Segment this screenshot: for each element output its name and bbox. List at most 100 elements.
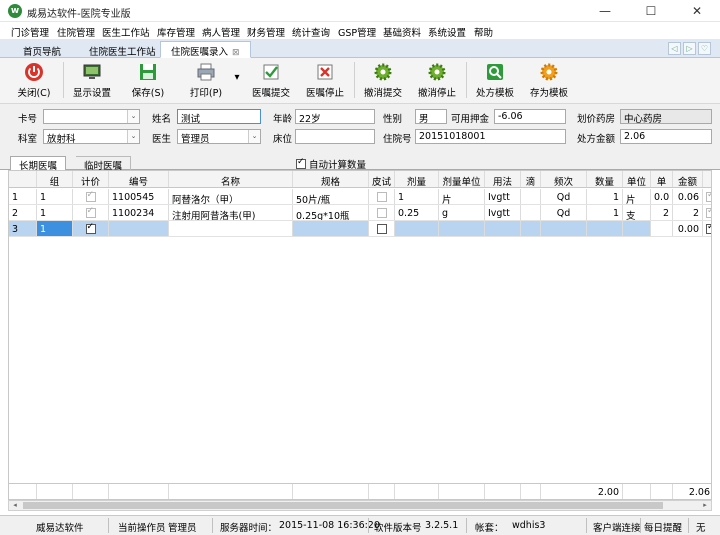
billing-checkbox[interactable] bbox=[85, 222, 96, 234]
pharmacy-field[interactable]: 中心药房 bbox=[620, 109, 712, 124]
save-icon bbox=[140, 64, 156, 80]
grid-header: 组 计价 编号 名称 规格 皮试 剂量 剂量单位 用法 滴 频次 数量 单位 单… bbox=[9, 171, 711, 188]
tab-scroll-right-icon[interactable]: ▷ bbox=[683, 42, 696, 55]
maximize-button[interactable]: ☐ bbox=[628, 0, 674, 22]
col-header-frequency[interactable]: 频次 bbox=[541, 171, 587, 187]
horizontal-scrollbar[interactable]: ◂ ▸ bbox=[8, 500, 712, 511]
col-header-skin-test[interactable]: 皮试 bbox=[369, 171, 395, 187]
bed-label: 床位 bbox=[273, 134, 293, 145]
save-as-template-button[interactable]: 存为模板 bbox=[526, 62, 572, 102]
col-header-price[interactable]: 单 bbox=[651, 171, 673, 187]
status-account-label: 帐套： bbox=[475, 523, 504, 534]
tab-home-nav[interactable]: 首页导航 bbox=[12, 41, 72, 58]
chevron-down-icon[interactable]: ⌄ bbox=[248, 130, 260, 143]
menu-inventory[interactable]: 库存管理 bbox=[157, 25, 195, 39]
tab-long-term-orders[interactable]: 长期医嘱 bbox=[10, 156, 67, 172]
col-header-name[interactable]: 名称 bbox=[169, 171, 293, 187]
tab-inpatient-order-entry[interactable]: 住院医嘱录入 ⊠ bbox=[160, 41, 251, 58]
scroll-left-icon[interactable]: ◂ bbox=[9, 501, 21, 510]
close-window-button[interactable]: ✕ bbox=[674, 0, 720, 22]
menu-settings[interactable]: 系统设置 bbox=[428, 25, 466, 39]
name-field[interactable]: 测试 bbox=[177, 109, 261, 124]
tab-favorite-icon[interactable]: ♡ bbox=[698, 42, 711, 55]
skin-test-checkbox[interactable] bbox=[376, 192, 387, 202]
col-header-group[interactable]: 组 bbox=[37, 171, 73, 187]
search-icon bbox=[487, 64, 503, 80]
menu-statistics[interactable]: 统计查询 bbox=[292, 25, 330, 39]
gender-field[interactable]: 男 bbox=[415, 109, 447, 124]
tab-scroll-left-icon[interactable]: ◁ bbox=[668, 42, 681, 55]
menu-gsp[interactable]: GSP管理 bbox=[338, 25, 376, 39]
display-settings-button[interactable]: 显示设置 bbox=[68, 62, 116, 102]
col-header-unit[interactable]: 单位 bbox=[623, 171, 651, 187]
printer-icon bbox=[197, 63, 215, 81]
patient-info-form: 卡号 ⌄ 姓名 测试 年龄 22岁 性别 男 可用押金 -6.06 划价药房 中… bbox=[0, 104, 720, 154]
status-operator: 管理员 bbox=[168, 523, 197, 534]
print-button[interactable]: 打印(P) bbox=[184, 62, 228, 102]
sum-amount: 2.06 bbox=[688, 487, 710, 498]
age-field[interactable]: 22岁 bbox=[295, 109, 375, 124]
bed-field[interactable] bbox=[295, 129, 375, 144]
card-no-field[interactable]: ⌄ bbox=[43, 109, 140, 124]
billing-checkbox[interactable] bbox=[85, 190, 96, 202]
col-header-dose[interactable]: 剂量 bbox=[395, 171, 439, 187]
minimize-button[interactable]: — bbox=[582, 0, 628, 22]
auto-calc-toggle[interactable]: 自动计算数量 bbox=[296, 157, 366, 171]
inpatient-no-field[interactable]: 20151018001 bbox=[415, 129, 566, 144]
col-header-extra bbox=[703, 171, 711, 187]
tab-inpatient-doctor-station[interactable]: 住院医生工作站 bbox=[78, 41, 167, 58]
chevron-down-icon[interactable]: ⌄ bbox=[127, 110, 139, 123]
col-header-drip[interactable]: 滴 bbox=[521, 171, 541, 187]
table-row-selected[interactable]: 3 1 0.00 bbox=[9, 221, 711, 237]
undo-submit-button[interactable]: 撤消提交 bbox=[360, 62, 406, 102]
stop-order-button[interactable]: 医嘱停止 bbox=[302, 62, 348, 102]
menu-doctor-station[interactable]: 医生工作站 bbox=[102, 25, 150, 39]
menu-finance[interactable]: 财务管理 bbox=[247, 25, 285, 39]
window-title: 威易达软件-医院专业版 bbox=[27, 9, 131, 20]
deposit-field: -6.06 bbox=[494, 109, 566, 124]
row-extra-checkbox[interactable] bbox=[706, 190, 711, 202]
menu-help[interactable]: 帮助 bbox=[474, 25, 493, 39]
close-button[interactable]: 关闭(C) bbox=[12, 62, 56, 102]
table-row[interactable]: 1 1 1100545 阿替洛尔（甲） 50片/瓶 1 片 Ivgtt Qd 1… bbox=[9, 189, 711, 205]
gear-icon bbox=[374, 63, 392, 81]
menu-inpatient[interactable]: 住院管理 bbox=[57, 25, 95, 39]
col-header-dose-unit[interactable]: 剂量单位 bbox=[439, 171, 485, 187]
col-header-quantity[interactable]: 数量 bbox=[587, 171, 623, 187]
doctor-field[interactable]: 管理员 ⌄ bbox=[177, 129, 261, 144]
print-options-dropdown[interactable]: ▾ bbox=[230, 72, 244, 86]
power-icon bbox=[25, 63, 43, 81]
dept-field[interactable]: 放射科 ⌄ bbox=[43, 129, 140, 144]
save-button[interactable]: 保存(S) bbox=[126, 62, 170, 102]
monitor-icon bbox=[83, 64, 101, 79]
skin-test-checkbox[interactable] bbox=[376, 208, 387, 218]
col-header-code[interactable]: 编号 bbox=[109, 171, 169, 187]
auto-calc-checkbox[interactable] bbox=[296, 157, 306, 169]
tab-temporary-orders[interactable]: 临时医嘱 bbox=[76, 156, 132, 172]
col-header-billing[interactable]: 计价 bbox=[73, 171, 109, 187]
app-logo: w bbox=[8, 4, 22, 18]
status-account: wdhis3 bbox=[512, 520, 546, 531]
tab-close-icon[interactable]: ⊠ bbox=[232, 48, 240, 58]
menu-outpatient[interactable]: 门诊管理 bbox=[11, 25, 49, 39]
scrollbar-thumb[interactable] bbox=[23, 502, 663, 509]
col-header-amount[interactable]: 金额 bbox=[673, 171, 703, 187]
status-daily-tip[interactable]: 每日提醒 bbox=[644, 520, 682, 534]
scroll-right-icon[interactable]: ▸ bbox=[699, 501, 711, 510]
col-header-usage[interactable]: 用法 bbox=[485, 171, 521, 187]
undo-stop-button[interactable]: 撤消停止 bbox=[414, 62, 460, 102]
menu-basic-data[interactable]: 基础资料 bbox=[383, 25, 421, 39]
menu-patient[interactable]: 病人管理 bbox=[202, 25, 240, 39]
prescription-template-button[interactable]: 处方模板 bbox=[472, 62, 518, 102]
rx-amount-label: 处方金额 bbox=[577, 134, 616, 145]
chevron-down-icon[interactable]: ⌄ bbox=[127, 130, 139, 143]
billing-checkbox[interactable] bbox=[85, 206, 96, 218]
name-label: 姓名 bbox=[152, 114, 172, 125]
submit-order-button[interactable]: 医嘱提交 bbox=[248, 62, 294, 102]
col-header-spec[interactable]: 规格 bbox=[293, 171, 369, 187]
skin-test-checkbox[interactable] bbox=[376, 224, 387, 234]
table-row[interactable]: 2 1 1100234 注射用阿昔洛韦(甲) 0.25g*10瓶 0.25 g … bbox=[9, 205, 711, 221]
row-extra-checkbox[interactable] bbox=[706, 206, 711, 218]
deposit-label: 可用押金 bbox=[451, 114, 490, 125]
row-extra-checkbox[interactable] bbox=[706, 222, 711, 234]
